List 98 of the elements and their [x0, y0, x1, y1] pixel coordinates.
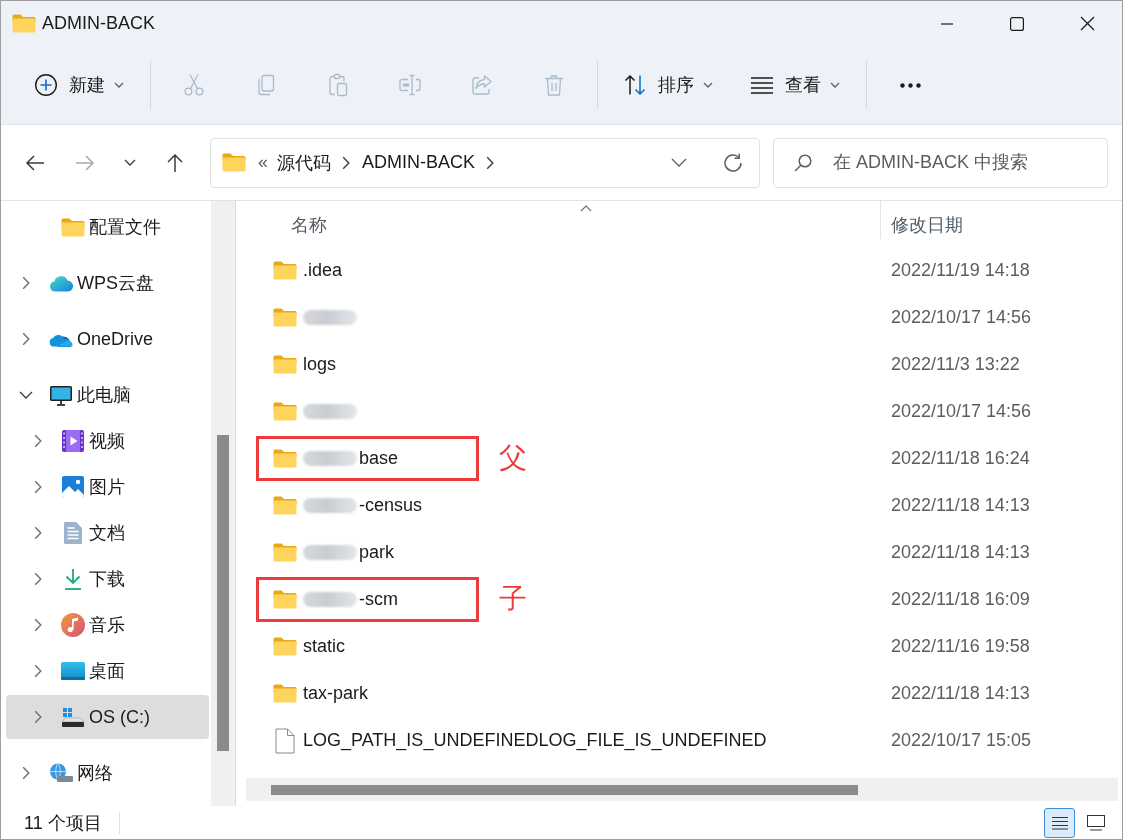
sort-arrows-icon: [623, 73, 647, 97]
nav-pane-item[interactable]: WPS云盘: [6, 261, 209, 305]
trash-icon: [542, 73, 566, 97]
up-arrow-icon: [166, 152, 184, 173]
file-name[interactable]: static: [303, 636, 345, 657]
folder-icon: [273, 590, 297, 609]
music-note-icon: [61, 613, 85, 637]
view-button[interactable]: 查看: [738, 61, 853, 109]
annotation-label: 父: [499, 441, 527, 475]
nav-pane-item[interactable]: OneDrive: [6, 317, 209, 361]
chevron-down-icon: [124, 159, 136, 166]
modified-date: 2022/11/18 14:13: [891, 683, 1030, 703]
file-icon: [275, 727, 295, 754]
plus-circle-icon: [34, 73, 58, 97]
file-name[interactable]: LOG_PATH_IS_UNDEFINEDLOG_FILE_IS_UNDEFINED: [303, 730, 767, 751]
modified-date: 2022/11/18 14:13: [891, 542, 1030, 562]
annotation-label: 子: [499, 582, 527, 616]
folder-icon: [273, 684, 297, 703]
file-name[interactable]: .idea: [303, 260, 343, 281]
folder-icon: [273, 496, 297, 515]
film-icon: [62, 430, 84, 452]
folder-icon: [273, 402, 297, 421]
scrollbar-thumb[interactable]: [271, 784, 858, 795]
folder-icon: [273, 637, 297, 656]
modified-date: 2022/11/3 13:22: [891, 354, 1020, 374]
folder-icon: [61, 217, 85, 237]
breadcrumb[interactable]: ADMIN-BACK: [362, 152, 476, 173]
download-icon: [63, 568, 83, 590]
globe-icon: [49, 763, 73, 783]
nav-pane-item[interactable]: 配置文件: [6, 205, 209, 249]
file-name[interactable]: -census: [359, 495, 423, 516]
folder-icon: [273, 261, 297, 280]
more-dots-icon: [899, 82, 921, 88]
close-icon: [1079, 16, 1095, 31]
breadcrumb-overflow-button[interactable]: «: [258, 152, 268, 173]
folder-icon: [273, 543, 297, 562]
list-icon: [1051, 815, 1068, 830]
search-field[interactable]: 在 ADMIN-BACK 中搜索: [773, 137, 1108, 188]
breadcrumb[interactable]: 源代码: [277, 150, 331, 175]
back-arrow-icon: [25, 153, 45, 172]
scrollbar-track[interactable]: [211, 201, 236, 806]
text-cursor-icon: [398, 73, 422, 97]
document-icon: [64, 522, 82, 544]
file-name[interactable]: -scm: [359, 589, 398, 610]
nav-pane-item[interactable]: 视频: [6, 419, 209, 463]
modified-date: 2022/11/18 14:13: [891, 495, 1030, 515]
column-header[interactable]: 名称: [246, 201, 881, 239]
forward-arrow-icon: [75, 153, 95, 172]
monitor-icon: [49, 384, 73, 406]
scissors-icon: [182, 73, 206, 97]
nav-pane-item[interactable]: 下载: [6, 557, 209, 601]
nav-pane-item[interactable]: 图片: [6, 465, 209, 509]
chevron-right-icon: [486, 155, 495, 170]
tiles-icon: [1086, 814, 1105, 831]
scrollbar-track[interactable]: [246, 778, 1118, 801]
modified-date: 2022/11/18 16:09: [891, 589, 1030, 609]
chevron-down-icon: [671, 158, 687, 167]
image-icon: [62, 476, 84, 498]
folder-icon: [273, 355, 297, 374]
window-title: ADMIN-BACK: [42, 13, 155, 34]
modified-date: 2022/10/17 15:05: [891, 730, 1032, 750]
column-header[interactable]: 修改日期: [881, 201, 963, 239]
nav-pane-item[interactable]: 桌面: [6, 649, 209, 693]
modified-date: 2022/11/18 16:24: [891, 448, 1030, 468]
nav-pane-item[interactable]: OS (C:): [6, 695, 209, 739]
refresh-icon: [722, 151, 744, 174]
modified-date: 2022/10/17 14:56: [891, 401, 1032, 421]
item-count: 11 个项目: [24, 811, 102, 835]
file-name[interactable]: tax-park: [303, 683, 369, 704]
folder-icon: [273, 308, 297, 327]
folder-icon: [12, 14, 36, 33]
nav-pane-item[interactable]: 此电脑: [6, 373, 209, 417]
desktop-icon: [61, 662, 85, 680]
modified-date: 2022/10/17 14:56: [891, 307, 1032, 327]
file-name[interactable]: logs: [303, 354, 337, 375]
folder-icon: [273, 449, 297, 468]
modified-date: 2022/11/16 19:58: [891, 636, 1030, 656]
folder-icon: [222, 153, 246, 172]
details-view-button[interactable]: [1044, 807, 1075, 838]
new-button[interactable]: 新建: [22, 61, 137, 109]
nav-pane-item[interactable]: 文档: [6, 511, 209, 555]
nav-pane-item[interactable]: 音乐: [6, 603, 209, 647]
scrollbar-thumb[interactable]: [217, 435, 229, 751]
modified-date: 2022/11/19 14:18: [891, 260, 1030, 280]
file-name[interactable]: base: [359, 448, 399, 469]
nav-pane-item[interactable]: 网络: [6, 751, 209, 795]
sort-button[interactable]: 排序: [611, 61, 726, 109]
share-icon: [470, 73, 494, 97]
chevron-right-icon: [342, 155, 350, 170]
list-lines-icon: [750, 76, 774, 94]
address-bar[interactable]: « 源代码 ADMIN-BACK: [210, 137, 760, 188]
drive-icon: [61, 707, 85, 727]
cloud-icon: [49, 274, 73, 292]
search-icon: [794, 153, 812, 172]
maximize-icon: [1010, 16, 1024, 31]
minimize-icon: [941, 22, 953, 25]
file-name[interactable]: park: [359, 542, 394, 563]
clipboard-icon: [326, 73, 350, 97]
